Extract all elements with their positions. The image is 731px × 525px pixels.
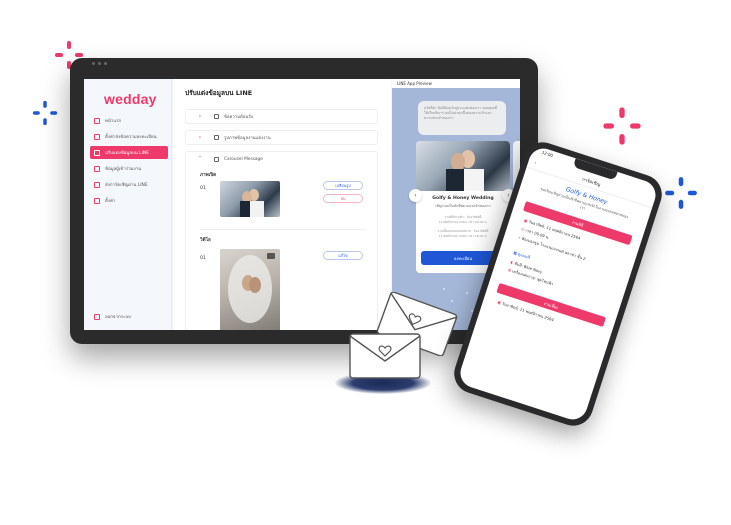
sidebar-item-send-card[interactable]: ส่งการ์ดเชิญผ่าน LINE: [90, 178, 168, 191]
page-title: ปรับแต่งข้อมูลบน LINE: [185, 89, 253, 97]
sidebar-item-settings[interactable]: ตั้งค่า: [90, 194, 168, 207]
couple-photo: [220, 181, 280, 217]
envelope-heart-icon: [349, 333, 421, 379]
edit-button[interactable]: แก้ไข: [323, 251, 363, 260]
photo-section-label: ภาพเปิด: [200, 173, 217, 178]
change-image-button[interactable]: เปลี่ยนรูป: [323, 181, 363, 190]
editor-panel: ปรับแต่งข้อมูลบน LINE › ข้อความต้อนรับ ›…: [173, 79, 391, 330]
image-icon: [214, 135, 219, 140]
sidebar: wedday หน้าแรก ตั้งค่าส่งข้อความลงทะเบีย…: [84, 79, 172, 330]
video-section-label: วิดีโอ: [200, 238, 211, 243]
wedday-logo: wedday: [104, 91, 157, 107]
sidebar-item-guests[interactable]: ข้อมูลผู้เข้าร่วมงาน: [90, 162, 168, 175]
image-icon: [214, 157, 219, 162]
send-icon: [94, 181, 100, 188]
pink-sparkle-icon: [603, 107, 641, 145]
card-photo: [416, 141, 510, 191]
chevron-left-icon[interactable]: ‹: [409, 189, 422, 202]
status-time: 12:00: [541, 149, 554, 159]
chat-icon: [214, 114, 219, 119]
sidebar-item-line-customize[interactable]: ปรับแต่งข้อมูลบน LINE: [90, 146, 168, 159]
line-icon: [94, 149, 100, 156]
event-venue: ⌖ ห้องบอลรูม โรงแรมแกรนด์ พลาซ่า ชั้น 2: [517, 234, 587, 262]
card-subtitle: เชิญร่วมเป็นสักขีพยานแห่งรักของเรา: [435, 204, 491, 208]
gear-icon: [94, 197, 100, 204]
map-link[interactable]: ▦ ดูแผนที่: [513, 250, 531, 261]
veil-couple-photo: [220, 249, 280, 330]
preview-header: LINE App Preview: [392, 79, 520, 88]
section-wedding-images[interactable]: › รูปภาพข้อมูลงานแต่งงาน: [185, 130, 378, 145]
blue-sparkle-icon: [32, 100, 58, 126]
section-welcome-message[interactable]: › ข้อความต้อนรับ: [185, 109, 378, 124]
row-number: 01: [200, 186, 206, 191]
sidebar-item-register-message[interactable]: ตั้งค่าส่งข้อความลงทะเบียน: [90, 130, 168, 143]
row-number: 01: [200, 256, 206, 261]
card-line: 11 พฤศจิกายน 2564 เวลา 09.09 น.: [438, 220, 488, 224]
section-carousel-message: ˆ Carousel Message ภาพเปิด 01 เปลี่ยนรูป…: [185, 151, 378, 330]
blue-sparkle-icon: [665, 177, 697, 209]
home-icon: [94, 117, 100, 124]
users-icon: [94, 165, 100, 172]
chevron-up-icon: ˆ: [198, 156, 202, 163]
welcome-bubble: สวัสดีค่ะ ยินดีต้อนรับสู่งานแต่งของเรา ข…: [418, 101, 506, 135]
chevron-right-icon: ›: [198, 113, 202, 120]
sidebar-item-home[interactable]: หน้าแรก: [90, 114, 168, 127]
card-title: Golfy & Honey Wedding: [432, 196, 494, 201]
logout-button[interactable]: ออกจากระบบ: [90, 310, 168, 323]
window-dots: [92, 62, 107, 65]
edit-icon: [94, 133, 100, 140]
back-icon[interactable]: ‹: [533, 161, 536, 166]
card-line: 11 พฤศจิกายน 2564 เวลา 18.00 น.: [438, 234, 488, 238]
carousel-header[interactable]: ˆ Carousel Message: [186, 152, 379, 167]
divider: [200, 229, 366, 230]
delete-button[interactable]: ลบ: [323, 194, 363, 203]
chevron-right-icon: ›: [198, 134, 202, 141]
logout-icon: [94, 313, 100, 320]
